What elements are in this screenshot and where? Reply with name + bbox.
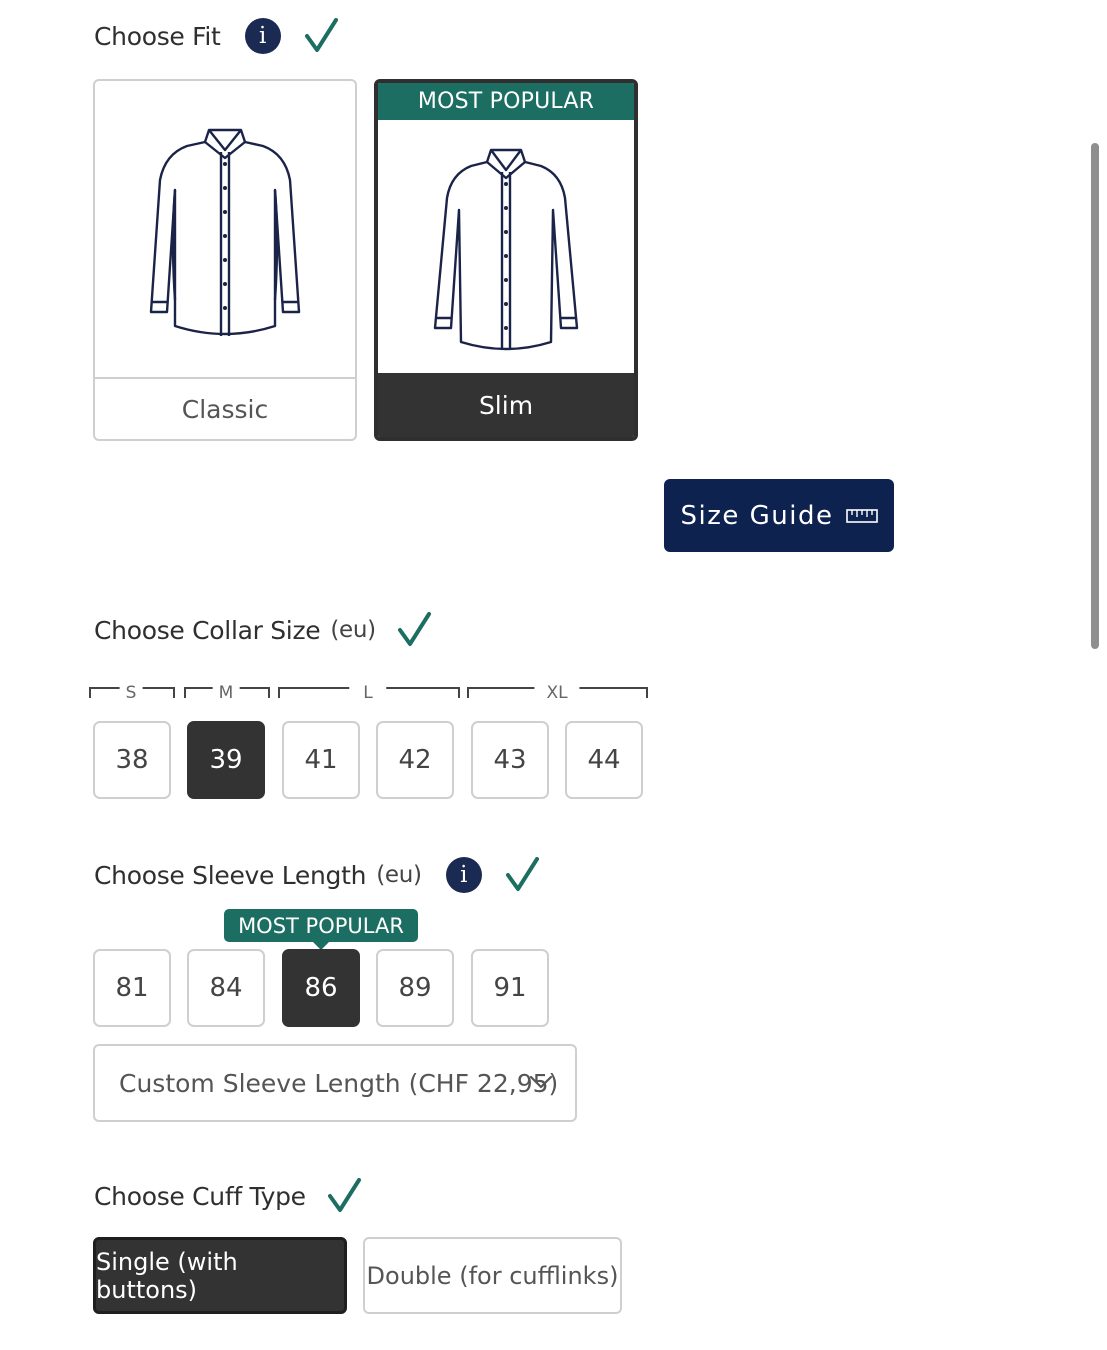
cuff-option-double[interactable]: Double (for cufflinks) [363,1237,622,1314]
fit-option-slim[interactable]: MOST POPULAR Slim [374,79,638,441]
info-icon[interactable]: i [445,857,482,893]
sleeve-unit: (eu) [376,862,422,888]
scrollbar[interactable] [1091,143,1099,649]
check-icon [304,18,338,52]
check-icon [327,1178,361,1212]
collar-section-title: Choose Collar Size [94,615,321,645]
fit-option-label: Slim [378,373,634,437]
classic-shirt-illustration [95,81,355,379]
size-guide-label: Size Guide [680,500,834,531]
fit-option-label: Classic [95,377,355,439]
sleeve-length-91[interactable]: 91 [471,949,549,1027]
check-icon [397,612,431,646]
collar-size-42[interactable]: 42 [376,721,454,799]
sleeve-length-84[interactable]: 84 [187,949,265,1027]
collar-size-41[interactable]: 41 [282,721,360,799]
fit-section-header: Choose Fit i [94,18,339,54]
info-icon[interactable]: i [244,18,281,54]
collar-size-39[interactable]: 39 [187,721,265,799]
sleeve-length-86[interactable]: 86 [282,949,360,1027]
range-label-s: S [119,683,143,703]
collar-unit: (eu) [330,617,376,643]
custom-sleeve-length-select[interactable]: Custom Sleeve Length (CHF 22,95) [93,1044,577,1122]
collar-size-44[interactable]: 44 [565,721,643,799]
shirt-icon [433,148,579,350]
sleeve-length-89[interactable]: 89 [376,949,454,1027]
fit-option-classic[interactable]: Classic [93,79,357,441]
cuff-section-header: Choose Cuff Type [94,1178,362,1214]
range-label-m: M [212,683,240,703]
fit-section-title: Choose Fit [94,21,221,51]
collar-size-38[interactable]: 38 [93,721,171,799]
range-label-l: L [349,683,387,703]
cuff-option-single[interactable]: Single (with buttons) [93,1237,347,1314]
most-popular-badge: MOST POPULAR [378,83,634,120]
ruler-icon [845,508,878,523]
range-label-xl: XL [534,683,580,703]
chevron-down-icon [529,1075,553,1089]
shirt-icon [149,128,301,336]
sleeve-length-81[interactable]: 81 [93,949,171,1027]
collar-size-43[interactable]: 43 [471,721,549,799]
collar-section-header: Choose Collar Size (eu) [94,612,432,648]
size-guide-button[interactable]: Size Guide [664,479,894,552]
slim-shirt-illustration [378,120,634,375]
most-popular-badge: MOST POPULAR [224,909,418,942]
custom-sleeve-length-label: Custom Sleeve Length (CHF 22,95) [119,1068,559,1098]
cuff-section-title: Choose Cuff Type [94,1181,306,1211]
sleeve-section-title: Choose Sleeve Length [94,860,367,890]
sleeve-section-header: Choose Sleeve Length (eu) i [94,857,540,893]
check-icon [505,857,539,891]
